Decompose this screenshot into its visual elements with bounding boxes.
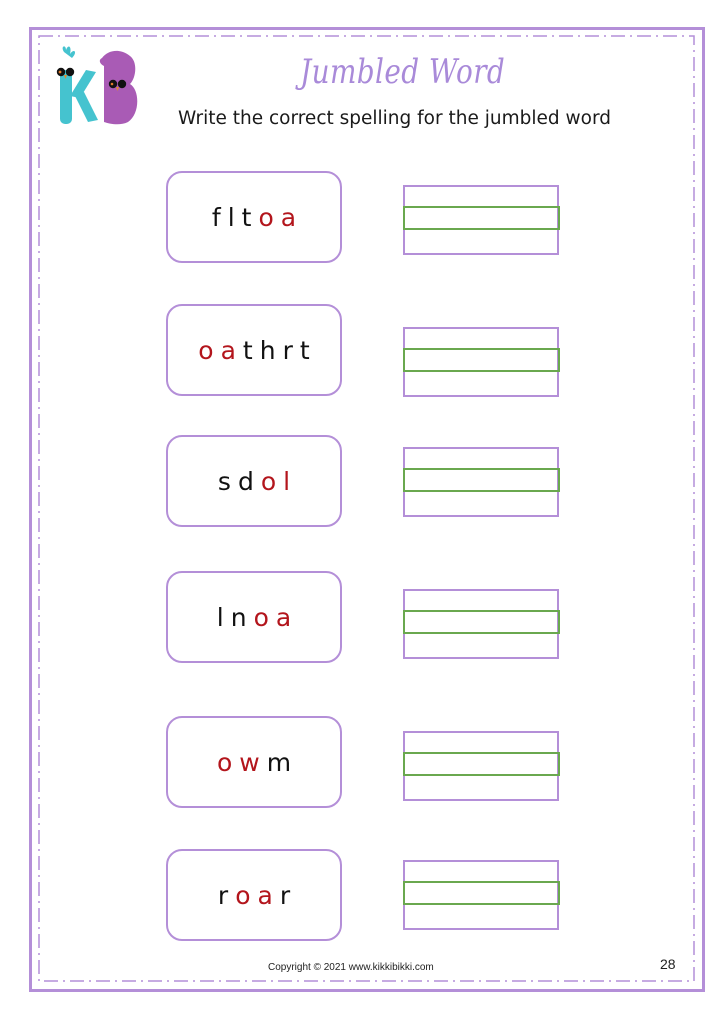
letter: n — [230, 602, 247, 632]
jumbled-letters: lnoa — [213, 603, 294, 632]
highlighted-letter: a — [275, 602, 292, 632]
writing-guide-lines — [402, 610, 560, 634]
jumbled-word-card: lnoa — [166, 571, 342, 663]
answer-writing-box[interactable] — [402, 327, 560, 397]
highlighted-letter: w — [239, 747, 260, 777]
logo-letter-k — [56, 46, 98, 124]
copyright-text: Copyright © 2021 www.kikkibikki.com — [268, 962, 434, 973]
letter: l — [227, 202, 235, 232]
letter: s — [217, 466, 231, 496]
letter: h — [259, 335, 276, 365]
dash-dot-frame — [38, 35, 695, 982]
highlighted-letter: a — [220, 335, 236, 365]
letter: l — [216, 602, 224, 632]
logo-letter-b — [99, 50, 138, 125]
writing-guide-lines — [402, 752, 560, 776]
highlighted-letter: l — [283, 466, 291, 496]
answer-writing-box[interactable] — [402, 447, 560, 517]
jumbled-letters: owm — [213, 748, 294, 777]
jumbled-letters: oathrt — [195, 336, 313, 365]
letter: r — [282, 335, 293, 365]
highlighted-letter: o — [253, 602, 269, 632]
jumbled-letters: roar — [214, 881, 293, 910]
jumbled-letters: sdol — [214, 467, 293, 496]
letter: t — [241, 202, 252, 232]
highlighted-letter: o — [198, 335, 214, 365]
writing-guide-lines — [402, 348, 560, 372]
worksheet-title: Jumbled Word — [300, 52, 506, 92]
jumbled-letters: fltoa — [208, 203, 299, 232]
writing-guide-lines — [402, 881, 560, 905]
answer-writing-box[interactable] — [402, 731, 560, 801]
answer-writing-box[interactable] — [402, 860, 560, 930]
jumbled-word-card: oathrt — [166, 304, 342, 396]
highlighted-letter: o — [258, 202, 274, 232]
letter: f — [211, 202, 221, 232]
letter: r — [279, 880, 291, 910]
page-inner-dashed-border — [38, 35, 695, 982]
writing-guide-lines — [402, 206, 560, 230]
kb-logo — [50, 44, 142, 126]
highlighted-letter: o — [235, 880, 251, 910]
page-number: 28 — [660, 956, 676, 972]
jumbled-word-card: fltoa — [166, 171, 342, 263]
highlighted-letter: o — [216, 747, 233, 777]
letter: t — [242, 335, 253, 365]
letter: r — [217, 880, 229, 910]
jumbled-word-card: owm — [166, 716, 342, 808]
letter: d — [237, 466, 254, 496]
answer-writing-box[interactable] — [402, 185, 560, 255]
jumbled-word-card: roar — [166, 849, 342, 941]
highlighted-letter: o — [260, 466, 277, 496]
writing-guide-lines — [402, 468, 560, 492]
letter: m — [266, 747, 292, 777]
letter: t — [299, 335, 310, 365]
worksheet-instruction: Write the correct spelling for the jumbl… — [178, 108, 611, 129]
kb-logo-icon — [56, 46, 138, 125]
highlighted-letter: a — [257, 880, 273, 910]
answer-writing-box[interactable] — [402, 589, 560, 659]
jumbled-word-card: sdol — [166, 435, 342, 527]
highlighted-letter: a — [280, 202, 297, 232]
